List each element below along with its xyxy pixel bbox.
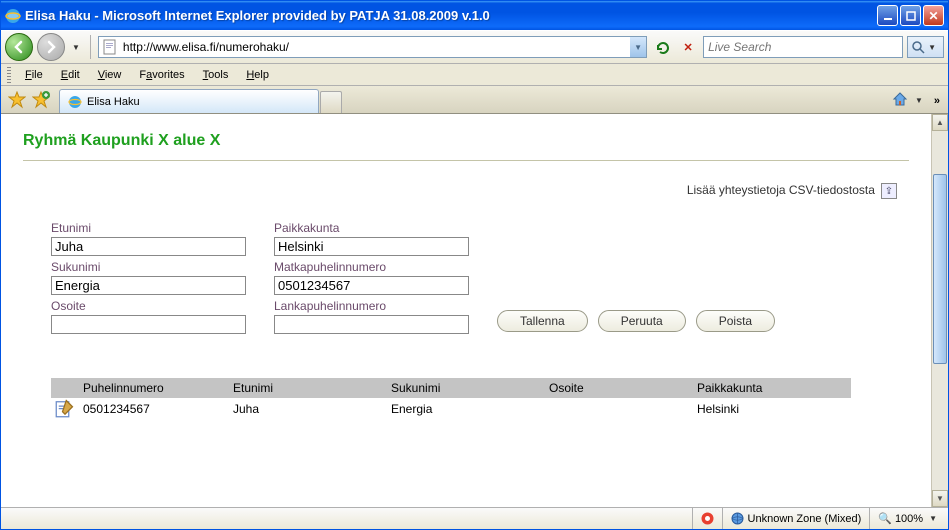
url-input[interactable]: [121, 38, 630, 56]
input-matkapuhelinnumero[interactable]: [274, 276, 469, 295]
th-puhelinnumero: Puhelinnumero: [79, 381, 229, 395]
forward-button[interactable]: [37, 33, 65, 61]
nav-history-dropdown[interactable]: ▼: [72, 43, 80, 52]
address-bar[interactable]: ▼: [98, 36, 647, 58]
input-osoite[interactable]: [51, 315, 246, 334]
minimize-button[interactable]: [877, 5, 898, 26]
label-osoite: Osoite: [51, 299, 246, 313]
td-puhelinnumero: 0501234567: [79, 402, 229, 416]
tab-title: Elisa Haku: [87, 96, 140, 108]
status-zone-text: Unknown Zone (Mixed): [748, 513, 862, 525]
magnifier-icon: [912, 41, 925, 54]
scroll-up-button[interactable]: ▲: [932, 114, 948, 131]
menu-file[interactable]: File: [17, 67, 51, 83]
td-etunimi: Juha: [229, 402, 387, 416]
add-favorite-icon[interactable]: [32, 91, 50, 109]
th-sukunimi: Sukunimi: [387, 381, 545, 395]
contact-form: Etunimi Sukunimi Osoite Paikkakunta Matk…: [51, 217, 909, 334]
menu-bar: File Edit View Favorites Tools Help: [1, 64, 948, 86]
home-dropdown[interactable]: ▼: [915, 96, 923, 105]
page-icon: [102, 39, 118, 55]
tab-bar: Elisa Haku ▼ »: [1, 86, 948, 114]
search-input[interactable]: [704, 38, 902, 56]
home-button[interactable]: [892, 91, 908, 110]
browser-window: Elisa Haku - Microsoft Internet Explorer…: [0, 0, 949, 530]
refresh-button[interactable]: [651, 36, 673, 58]
td-paikkakunta: Helsinki: [693, 402, 839, 416]
cancel-button[interactable]: Peruuta: [598, 310, 686, 332]
window-buttons: ✕: [877, 5, 944, 26]
status-security-icon[interactable]: [692, 508, 722, 529]
toolbar-overflow[interactable]: »: [930, 95, 944, 107]
input-sukunimi[interactable]: [51, 276, 246, 295]
zoom-icon: 🔍: [878, 512, 892, 525]
divider: [23, 160, 909, 161]
label-etunimi: Etunimi: [51, 221, 246, 235]
toolbar-grip[interactable]: [7, 67, 11, 83]
label-sukunimi: Sukunimi: [51, 260, 246, 274]
close-button[interactable]: ✕: [923, 5, 944, 26]
save-button[interactable]: Tallenna: [497, 310, 588, 332]
input-paikkakunta[interactable]: [274, 237, 469, 256]
th-etunimi: Etunimi: [229, 381, 387, 395]
content-viewport: Ryhmä Kaupunki X alue X Lisää yhteystiet…: [1, 114, 948, 507]
vertical-scrollbar[interactable]: ▲ ▼: [931, 114, 948, 507]
label-matkapuhelinnumero: Matkapuhelinnumero: [274, 260, 469, 274]
menu-favorites[interactable]: Favorites: [131, 67, 192, 83]
window-title: Elisa Haku - Microsoft Internet Explorer…: [25, 8, 877, 23]
page-content: Ryhmä Kaupunki X alue X Lisää yhteystiet…: [1, 114, 931, 507]
search-box[interactable]: [703, 36, 903, 58]
menu-view[interactable]: View: [90, 67, 130, 83]
stop-button[interactable]: ✕: [677, 36, 699, 58]
csv-import-link[interactable]: Lisää yhteystietoja CSV-tiedostosta: [687, 183, 875, 197]
label-paikkakunta: Paikkakunta: [274, 221, 469, 235]
input-lankapuhelinnumero[interactable]: [274, 315, 469, 334]
scroll-thumb[interactable]: [933, 174, 947, 364]
separator: [90, 35, 91, 59]
delete-button[interactable]: Poista: [696, 310, 775, 332]
zoom-dropdown-icon: ▼: [929, 514, 937, 523]
ie-logo-icon: [5, 8, 21, 24]
csv-row: Lisää yhteystietoja CSV-tiedostosta ⇪: [23, 183, 909, 199]
status-zoom[interactable]: 🔍 100% ▼: [869, 508, 948, 529]
table-row[interactable]: 0501234567 Juha Energia Helsinki: [51, 398, 851, 420]
maximize-button[interactable]: [900, 5, 921, 26]
tab-active[interactable]: Elisa Haku: [59, 89, 319, 113]
url-dropdown[interactable]: ▼: [630, 37, 646, 57]
csv-file-icon[interactable]: ⇪: [881, 183, 897, 199]
status-zone[interactable]: Unknown Zone (Mixed): [722, 508, 870, 529]
th-osoite: Osoite: [545, 381, 693, 395]
titlebar: Elisa Haku - Microsoft Internet Explorer…: [1, 1, 948, 30]
scroll-down-button[interactable]: ▼: [932, 490, 948, 507]
th-paikkakunta: Paikkakunta: [693, 381, 839, 395]
ie-page-icon: [68, 95, 82, 109]
menu-help[interactable]: Help: [238, 67, 277, 83]
favorites-star-icon[interactable]: [8, 91, 26, 109]
edit-icon[interactable]: [51, 398, 79, 421]
label-lankapuhelinnumero: Lankapuhelinnumero: [274, 299, 469, 313]
table-header: Puhelinnumero Etunimi Sukunimi Osoite Pa…: [51, 378, 851, 398]
search-button[interactable]: ▼: [907, 36, 944, 58]
status-bar: Unknown Zone (Mixed) 🔍 100% ▼: [1, 507, 948, 529]
search-dropdown-icon: ▼: [928, 43, 936, 52]
results-table: Puhelinnumero Etunimi Sukunimi Osoite Pa…: [51, 378, 851, 420]
zoom-value: 100%: [895, 513, 923, 525]
page-heading: Ryhmä Kaupunki X alue X: [23, 132, 909, 150]
td-sukunimi: Energia: [387, 402, 545, 416]
menu-edit[interactable]: Edit: [53, 67, 88, 83]
nav-toolbar: ▼ ▼ ✕ ▼: [1, 30, 948, 64]
menu-tools[interactable]: Tools: [195, 67, 237, 83]
input-etunimi[interactable]: [51, 237, 246, 256]
back-button[interactable]: [5, 33, 33, 61]
new-tab-button[interactable]: [320, 91, 342, 113]
